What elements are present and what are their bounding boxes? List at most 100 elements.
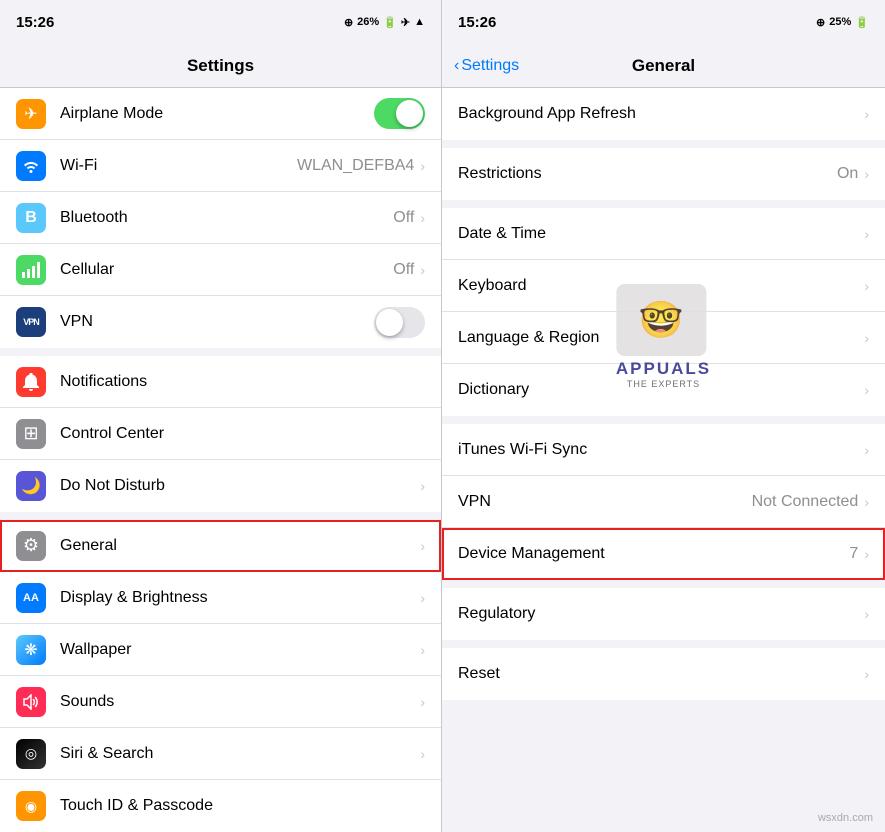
- siri-label: Siri & Search: [60, 745, 420, 763]
- left-nav-title: Settings: [187, 56, 254, 76]
- touchid-row-icon: ◉: [16, 791, 46, 821]
- right-battery-icon: 🔋: [855, 16, 869, 29]
- right-nav-title: General: [632, 56, 695, 76]
- row-restrictions[interactable]: Restrictions On ›: [442, 148, 885, 200]
- right-status-bar: 15:26 ⊕ 25% 🔋: [442, 0, 885, 44]
- wifi-row-icon: [16, 151, 46, 181]
- dnd-row-icon: 🌙: [16, 471, 46, 501]
- row-bluetooth[interactable]: B Bluetooth Off ›: [0, 192, 441, 244]
- siri-chevron: ›: [420, 746, 425, 762]
- section-connectivity: ✈ Airplane Mode Wi-Fi WLAN_DEFBA4 › B: [0, 88, 441, 348]
- dictionary-chevron: ›: [864, 382, 869, 398]
- language-label: Language & Region: [458, 329, 864, 347]
- row-itunes-wifi[interactable]: iTunes Wi-Fi Sync ›: [442, 424, 885, 476]
- battery-icon: 🔋: [383, 16, 397, 29]
- left-settings-list: ✈ Airplane Mode Wi-Fi WLAN_DEFBA4 › B: [0, 88, 441, 832]
- bluetooth-label: Bluetooth: [60, 209, 393, 227]
- touchid-label: Touch ID & Passcode: [60, 797, 425, 815]
- right-section-5: Regulatory ›: [442, 588, 885, 640]
- row-language[interactable]: Language & Region ›: [442, 312, 885, 364]
- airplane-row-icon: ✈: [16, 99, 46, 129]
- keyboard-chevron: ›: [864, 278, 869, 294]
- keyboard-label: Keyboard: [458, 277, 864, 295]
- vpn-right-label: VPN: [458, 493, 752, 511]
- reset-chevron: ›: [864, 666, 869, 682]
- left-status-icons: ⊕ 26% 🔋 ✈ ▲: [344, 16, 425, 29]
- row-general[interactable]: ⚙ General ›: [0, 520, 441, 572]
- device-mgmt-value: 7: [849, 545, 858, 563]
- row-regulatory[interactable]: Regulatory ›: [442, 588, 885, 640]
- siri-row-icon: ◎: [16, 739, 46, 769]
- right-section-1: Background App Refresh ›: [442, 88, 885, 140]
- row-vpn-right[interactable]: VPN Not Connected ›: [442, 476, 885, 528]
- row-airplane[interactable]: ✈ Airplane Mode: [0, 88, 441, 140]
- row-wallpaper[interactable]: ❋ Wallpaper ›: [0, 624, 441, 676]
- date-time-chevron: ›: [864, 226, 869, 242]
- bluetooth-value: Off: [393, 209, 414, 227]
- row-keyboard[interactable]: Keyboard ›: [442, 260, 885, 312]
- vpn-right-value: Not Connected: [752, 493, 859, 511]
- back-button[interactable]: ‹ Settings: [454, 57, 519, 75]
- general-row-icon: ⚙: [16, 531, 46, 561]
- right-nav-bar: ‹ Settings General: [442, 44, 885, 88]
- control-center-label: Control Center: [60, 425, 425, 443]
- dictionary-label: Dictionary: [458, 381, 864, 399]
- sounds-row-icon: [16, 687, 46, 717]
- row-do-not-disturb[interactable]: 🌙 Do Not Disturb ›: [0, 460, 441, 512]
- right-status-icons: ⊕ 25% 🔋: [816, 16, 869, 29]
- display-chevron: ›: [420, 590, 425, 606]
- wifi-icon: ▲: [414, 16, 425, 28]
- right-location-icon: ⊕: [816, 16, 825, 29]
- row-cellular[interactable]: Cellular Off ›: [0, 244, 441, 296]
- row-date-time[interactable]: Date & Time ›: [442, 208, 885, 260]
- restrictions-chevron: ›: [864, 166, 869, 182]
- right-battery-text: 25%: [829, 16, 851, 28]
- airplane-toggle[interactable]: [374, 98, 425, 129]
- device-mgmt-chevron: ›: [864, 546, 869, 562]
- restrictions-value: On: [837, 165, 858, 183]
- cellular-row-icon: [16, 255, 46, 285]
- back-label: Settings: [461, 57, 519, 75]
- bluetooth-row-icon: B: [16, 203, 46, 233]
- general-chevron: ›: [420, 538, 425, 554]
- dnd-chevron: ›: [420, 478, 425, 494]
- left-panel: 15:26 ⊕ 26% 🔋 ✈ ▲ Settings ✈ Airplane Mo…: [0, 0, 442, 832]
- bluetooth-chevron: ›: [420, 210, 425, 226]
- row-display[interactable]: AA Display & Brightness ›: [0, 572, 441, 624]
- row-wifi[interactable]: Wi-Fi WLAN_DEFBA4 ›: [0, 140, 441, 192]
- date-time-label: Date & Time: [458, 225, 864, 243]
- row-vpn-left[interactable]: VPN VPN: [0, 296, 441, 348]
- row-siri[interactable]: ◎ Siri & Search ›: [0, 728, 441, 780]
- vpn-toggle[interactable]: [374, 307, 425, 338]
- vpn-right-chevron: ›: [864, 494, 869, 510]
- device-mgmt-label: Device Management: [458, 545, 849, 563]
- cellular-chevron: ›: [420, 262, 425, 278]
- right-section-2: Restrictions On ›: [442, 148, 885, 200]
- bg-refresh-label: Background App Refresh: [458, 105, 864, 123]
- row-control-center[interactable]: ⊞ Control Center: [0, 408, 441, 460]
- row-reset[interactable]: Reset ›: [442, 648, 885, 700]
- row-dictionary[interactable]: Dictionary › 🤓 APPUALS THE EXPERTS: [442, 364, 885, 416]
- airplane-icon: ✈: [401, 16, 410, 29]
- sounds-label: Sounds: [60, 693, 420, 711]
- row-sounds[interactable]: Sounds ›: [0, 676, 441, 728]
- section-notifications: Notifications ⊞ Control Center 🌙 Do Not …: [0, 356, 441, 512]
- wifi-chevron: ›: [420, 158, 425, 174]
- notifications-label: Notifications: [60, 373, 425, 391]
- row-notifications[interactable]: Notifications: [0, 356, 441, 408]
- itunes-wifi-chevron: ›: [864, 442, 869, 458]
- wifi-label: Wi-Fi: [60, 157, 297, 175]
- right-section-4: iTunes Wi-Fi Sync › VPN Not Connected › …: [442, 424, 885, 580]
- language-chevron: ›: [864, 330, 869, 346]
- back-chevron-icon: ‹: [454, 57, 459, 75]
- right-time: 15:26: [458, 14, 496, 31]
- reset-label: Reset: [458, 665, 864, 683]
- wallpaper-chevron: ›: [420, 642, 425, 658]
- left-time: 15:26: [16, 14, 54, 31]
- regulatory-chevron: ›: [864, 606, 869, 622]
- bg-refresh-chevron: ›: [864, 106, 869, 122]
- section-general-group: ⚙ General › AA Display & Brightness › ❋ …: [0, 520, 441, 832]
- row-device-mgmt[interactable]: Device Management 7 ›: [442, 528, 885, 580]
- airplane-label: Airplane Mode: [60, 105, 374, 123]
- row-bg-refresh[interactable]: Background App Refresh ›: [442, 88, 885, 140]
